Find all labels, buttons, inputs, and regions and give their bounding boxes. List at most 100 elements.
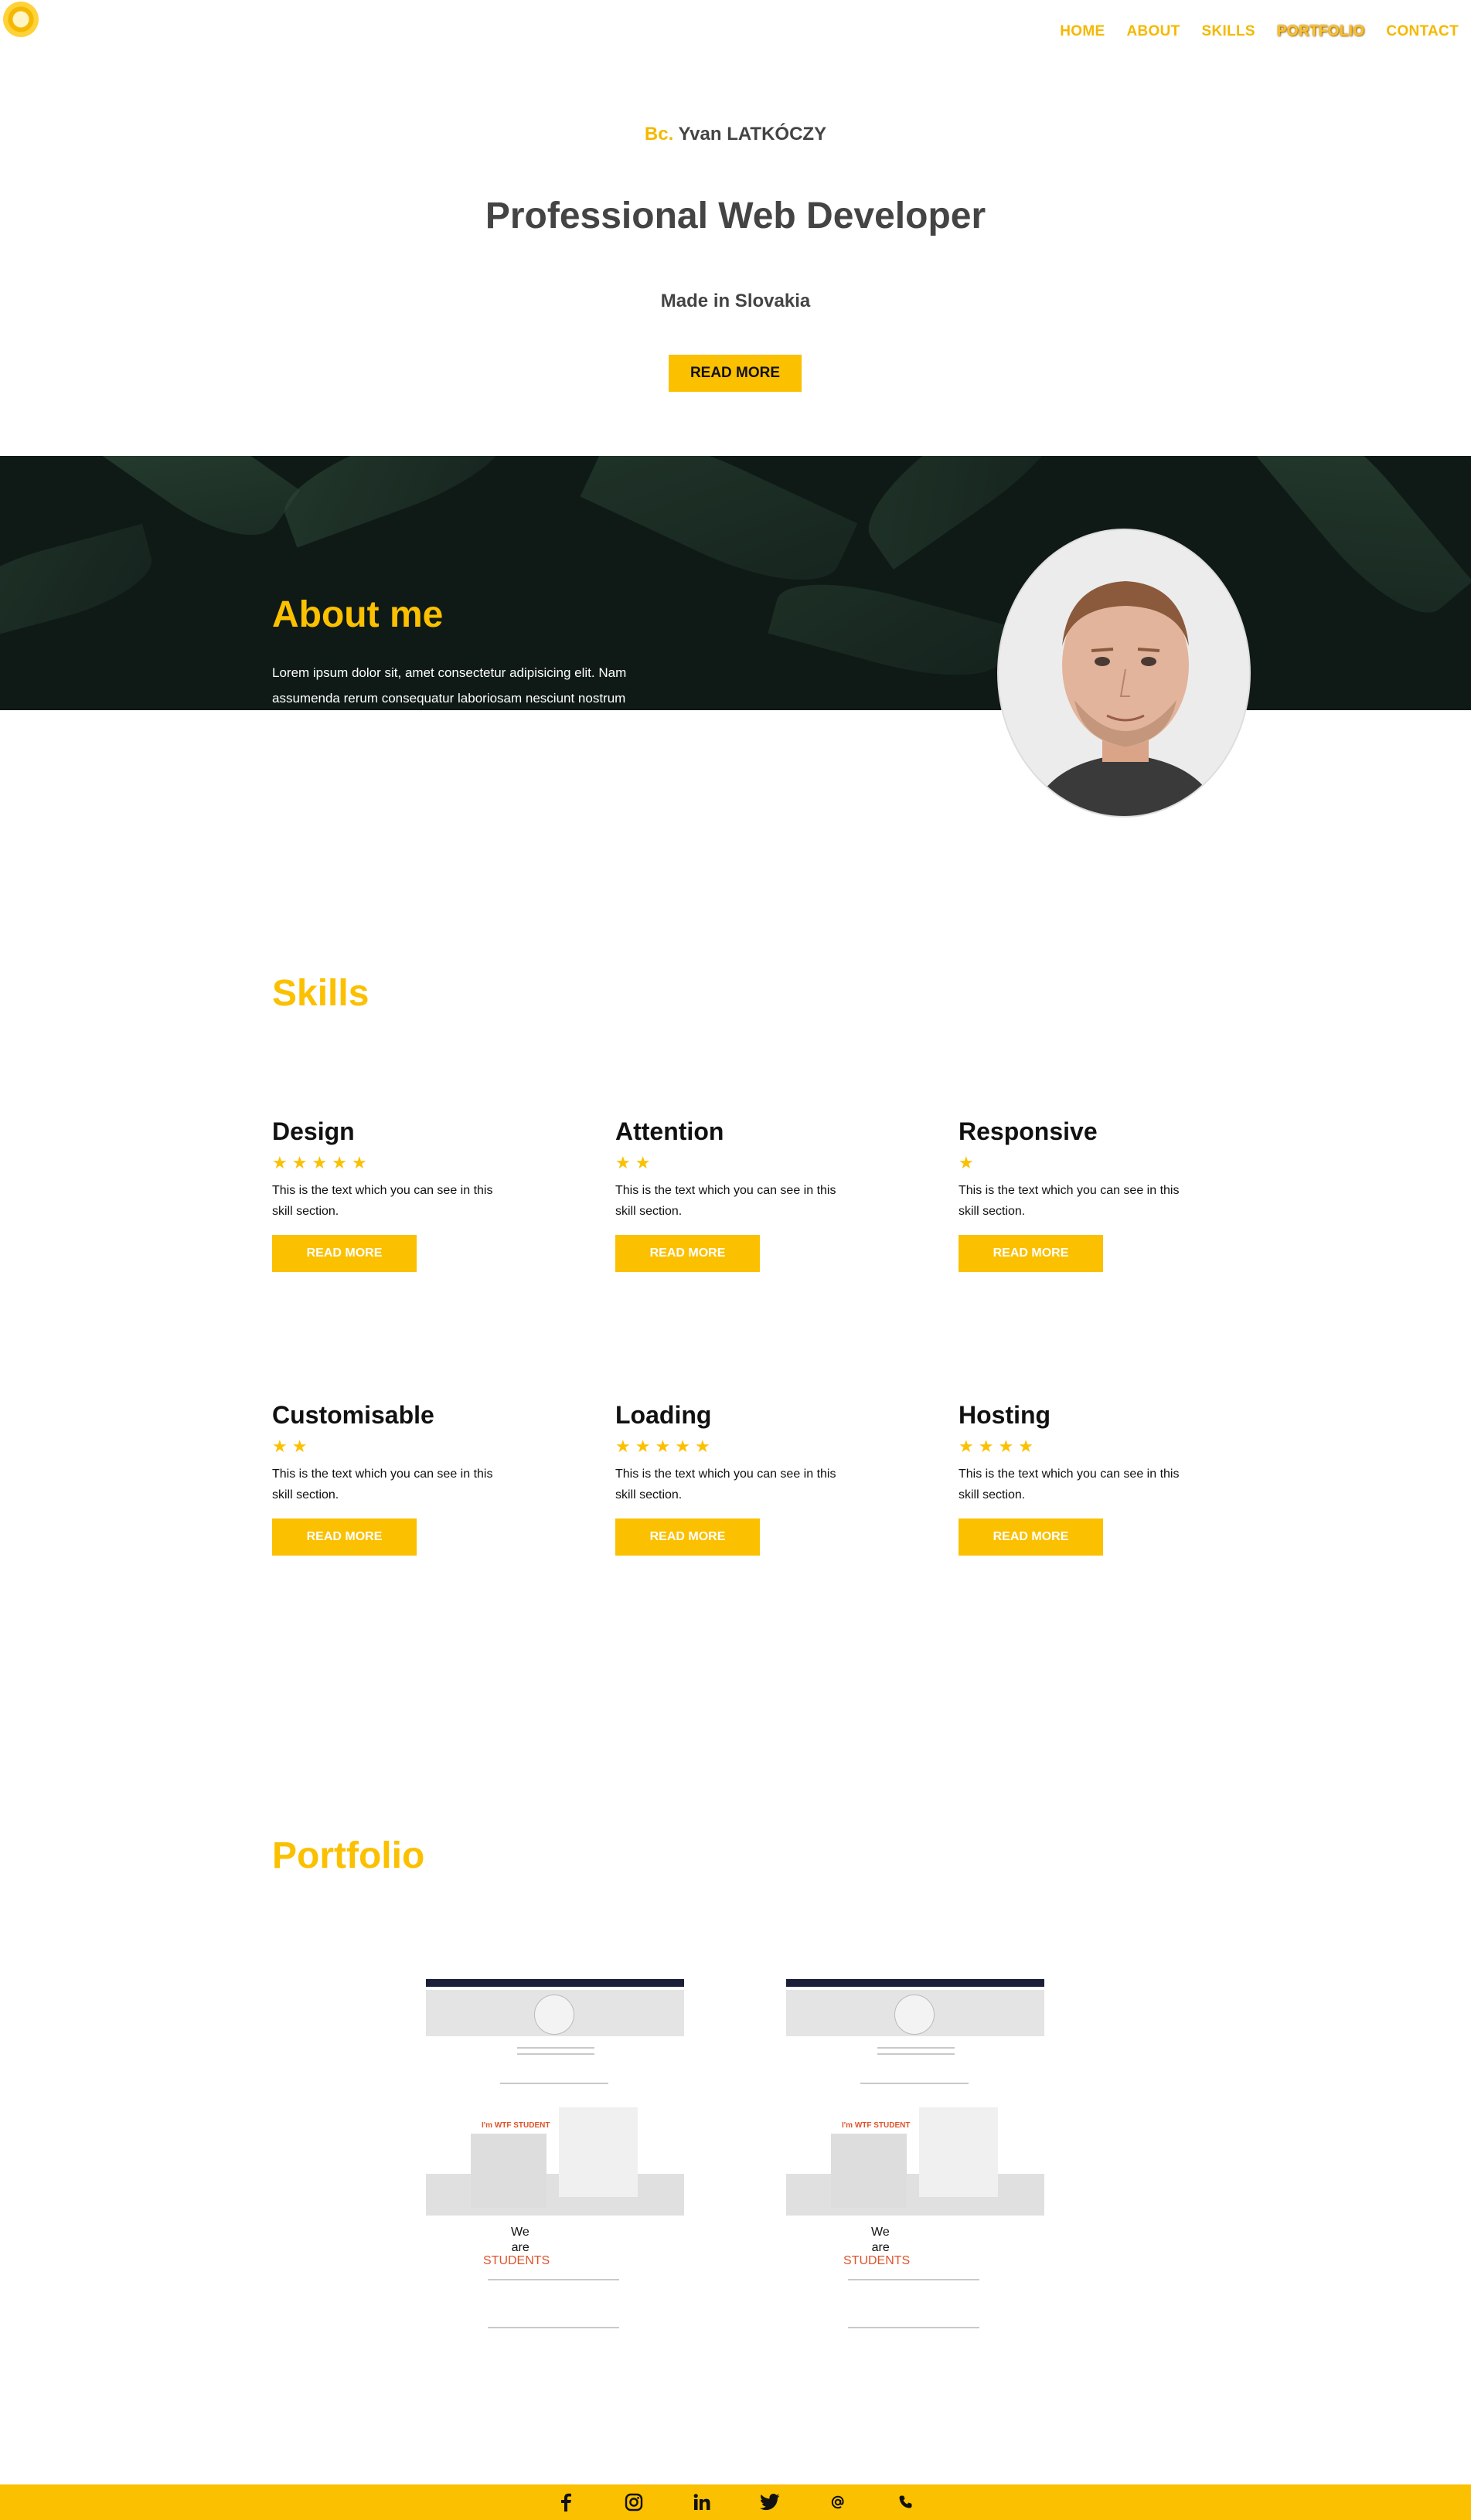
thumb-we: We — [871, 2226, 890, 2239]
hero-headline: Professional Web Developer — [485, 196, 986, 236]
academic-title: Bc. — [644, 124, 674, 145]
star-icon: ★ — [291, 1437, 308, 1456]
read-more-button[interactable]: READ MORE — [959, 1235, 1103, 1272]
twitter-icon[interactable] — [759, 2491, 781, 2513]
palm-leaf-decoration — [0, 523, 161, 644]
thumb-band — [786, 2174, 1044, 2216]
skill-name: Hosting — [959, 1401, 1051, 1429]
palm-leaf-decoration — [1248, 456, 1471, 636]
read-more-button[interactable]: READ MORE — [272, 1235, 417, 1272]
thumb-students: STUDENTS — [483, 2254, 550, 2267]
portfolio-title: Portfolio — [272, 1835, 425, 1876]
star-icon: ★ — [959, 1153, 974, 1172]
skill-text: This is the text which you can see in th… — [615, 1184, 836, 1218]
star-icon: ★ — [675, 1437, 690, 1456]
skill-name: Responsive — [959, 1117, 1098, 1145]
thumb-navbar — [426, 1979, 684, 1987]
portfolio-thumbnail[interactable]: I'm WTF STUDENT We are STUDENTS — [786, 1979, 1044, 2342]
skill-text: This is the text which you can see in th… — [959, 1467, 1180, 1501]
skill-text: This is the text which you can see in th… — [615, 1467, 836, 1501]
linkedin-icon[interactable] — [691, 2491, 713, 2513]
thumb-are: are — [871, 2241, 890, 2254]
thumb-are: are — [511, 2241, 529, 2254]
palm-leaf-decoration — [273, 456, 516, 548]
thumb-image-person — [919, 2107, 998, 2197]
skill-card-loading: Loading ★ ★ ★ ★ ★ This is the text which you… — [615, 1401, 863, 1556]
star-icon: ★ — [635, 1437, 651, 1456]
hero-subheadline: Made in Slovakia — [660, 291, 811, 311]
skills-title: Skills — [272, 973, 369, 1014]
about-title: About me — [272, 594, 444, 635]
thumb-image-laptop — [471, 2134, 547, 2208]
star-icon: ★ — [978, 1437, 994, 1456]
skill-name: Attention — [615, 1117, 724, 1145]
thumb-text-line — [877, 2047, 955, 2049]
read-more-button[interactable]: READ MORE — [615, 1518, 760, 1556]
star-rating: ★ — [959, 1154, 1206, 1172]
skill-text: This is the text which you can see in th… — [959, 1184, 1180, 1218]
thumb-navbar — [786, 1979, 1044, 1987]
skill-card-hosting: Hosting ★ ★ ★ ★ This is the text which you … — [959, 1401, 1206, 1556]
facebook-icon[interactable] — [555, 2491, 577, 2513]
star-icon: ★ — [1018, 1437, 1033, 1456]
footer-social-bar — [0, 2484, 1471, 2520]
instagram-icon[interactable] — [623, 2491, 645, 2513]
skill-card-customisable: Customisable ★ ★ This is the text which y… — [272, 1401, 519, 1556]
thumb-avatar — [534, 1995, 574, 2035]
star-rating: ★ ★ ★ ★ — [959, 1437, 1206, 1456]
hero-section: Bc. Yvan LATKÓCZY Professional Web Devel… — [0, 0, 1471, 456]
thumb-image-laptop — [831, 2134, 907, 2208]
star-icon: ★ — [351, 1153, 367, 1172]
thumb-text-line — [877, 2053, 955, 2055]
thumb-divider — [848, 2327, 979, 2328]
star-rating: ★ ★ ★ ★ ★ — [615, 1437, 863, 1456]
thumb-divider — [848, 2279, 979, 2280]
palm-leaf-decoration — [849, 456, 1084, 570]
skill-text: This is the text which you can see in th… — [272, 1184, 493, 1218]
read-more-button[interactable]: READ MORE — [272, 1518, 417, 1556]
star-icon: ★ — [332, 1153, 347, 1172]
thumb-divider — [860, 2083, 969, 2084]
face-illustration — [999, 530, 1249, 816]
star-icon: ★ — [272, 1153, 288, 1172]
skill-name: Loading — [615, 1401, 712, 1429]
thumb-divider — [488, 2279, 619, 2280]
hero-read-more-button[interactable]: READ MORE — [669, 355, 802, 392]
skill-name: Design — [272, 1117, 355, 1145]
thumb-we-are: We are — [511, 2225, 529, 2256]
star-icon: ★ — [635, 1153, 651, 1172]
thumb-band — [426, 2174, 684, 2216]
star-icon: ★ — [998, 1437, 1014, 1456]
star-icon: ★ — [959, 1437, 974, 1456]
thumb-text-line — [517, 2053, 594, 2055]
thumb-image-person — [559, 2107, 638, 2197]
portfolio-thumbnail[interactable]: I'm WTF STUDENT We are STUDENTS — [426, 1979, 684, 2342]
thumb-divider — [500, 2083, 608, 2084]
person-name: Yvan LATKÓCZY — [678, 124, 827, 145]
profile-photo — [997, 529, 1251, 818]
thumb-student-label: I'm WTF STUDENT — [842, 2121, 911, 2130]
thumb-students: STUDENTS — [843, 2254, 911, 2267]
star-icon: ★ — [312, 1153, 328, 1172]
palm-leaf-decoration — [768, 566, 1010, 694]
thumb-divider — [488, 2327, 619, 2328]
thumb-we-are: We are — [871, 2225, 890, 2256]
star-icon: ★ — [694, 1437, 710, 1456]
email-icon[interactable] — [827, 2491, 849, 2513]
phone-icon[interactable] — [895, 2491, 917, 2513]
skill-card-attention: Attention ★ ★ This is the text which you … — [615, 1117, 863, 1272]
thumb-we: We — [511, 2226, 529, 2239]
read-more-button[interactable]: READ MORE — [615, 1235, 760, 1272]
thumb-text-line — [517, 2047, 594, 2049]
star-rating: ★ ★ ★ ★ ★ — [272, 1154, 519, 1172]
star-icon: ★ — [615, 1153, 631, 1172]
skill-text: This is the text which you can see in th… — [272, 1467, 493, 1501]
about-text: Lorem ipsum dolor sit, amet consectetur … — [272, 665, 627, 706]
star-rating: ★ ★ — [272, 1437, 519, 1456]
star-icon: ★ — [272, 1437, 288, 1456]
hero-name: Bc. Yvan LATKÓCZY — [0, 124, 1471, 145]
star-icon: ★ — [655, 1437, 671, 1456]
skill-name: Customisable — [272, 1401, 434, 1429]
star-rating: ★ ★ — [615, 1154, 863, 1172]
read-more-button[interactable]: READ MORE — [959, 1518, 1103, 1556]
